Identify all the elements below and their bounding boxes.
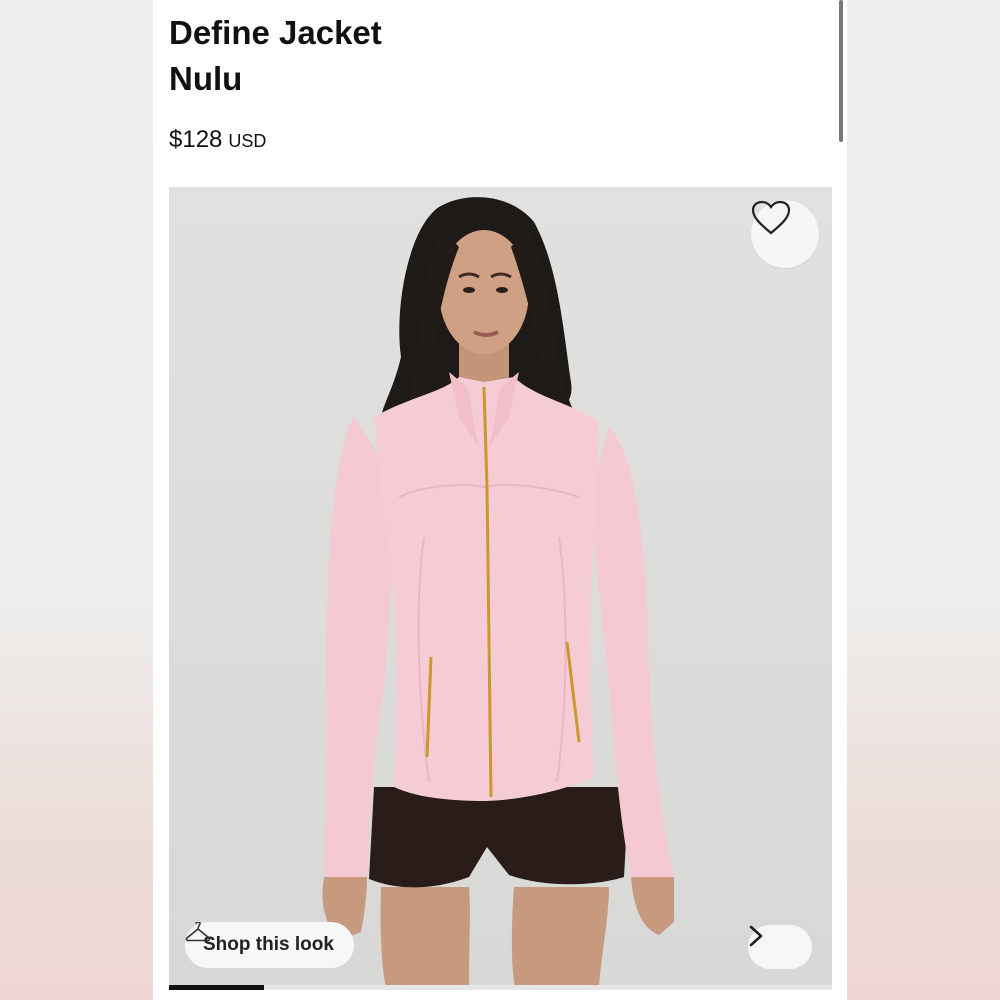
chevron-right-icon <box>749 925 763 947</box>
product-name: Define Jacket <box>169 14 382 51</box>
backdrop-right <box>847 0 1000 1000</box>
next-image-button[interactable] <box>748 925 812 969</box>
hanger-icon <box>185 922 211 942</box>
carousel-progress-fill <box>169 985 264 990</box>
product-fabric: Nulu <box>169 60 243 97</box>
shop-this-look-label: Shop this look <box>203 934 334 955</box>
product-title: Define Jacket Nulu <box>169 10 382 102</box>
product-price: $128 USD <box>169 126 266 154</box>
heart-outline-icon <box>751 200 791 235</box>
shop-this-look-button[interactable]: Shop this look <box>185 922 354 968</box>
favorite-button[interactable] <box>751 200 819 268</box>
carousel-progress <box>169 985 832 990</box>
backdrop-left <box>0 0 153 1000</box>
product-image-carousel[interactable]: Shop this look <box>169 187 832 987</box>
product-photo <box>322 197 674 987</box>
price-currency: USD <box>228 131 267 151</box>
scrollbar[interactable] <box>839 0 843 142</box>
price-amount: $128 <box>169 126 223 153</box>
